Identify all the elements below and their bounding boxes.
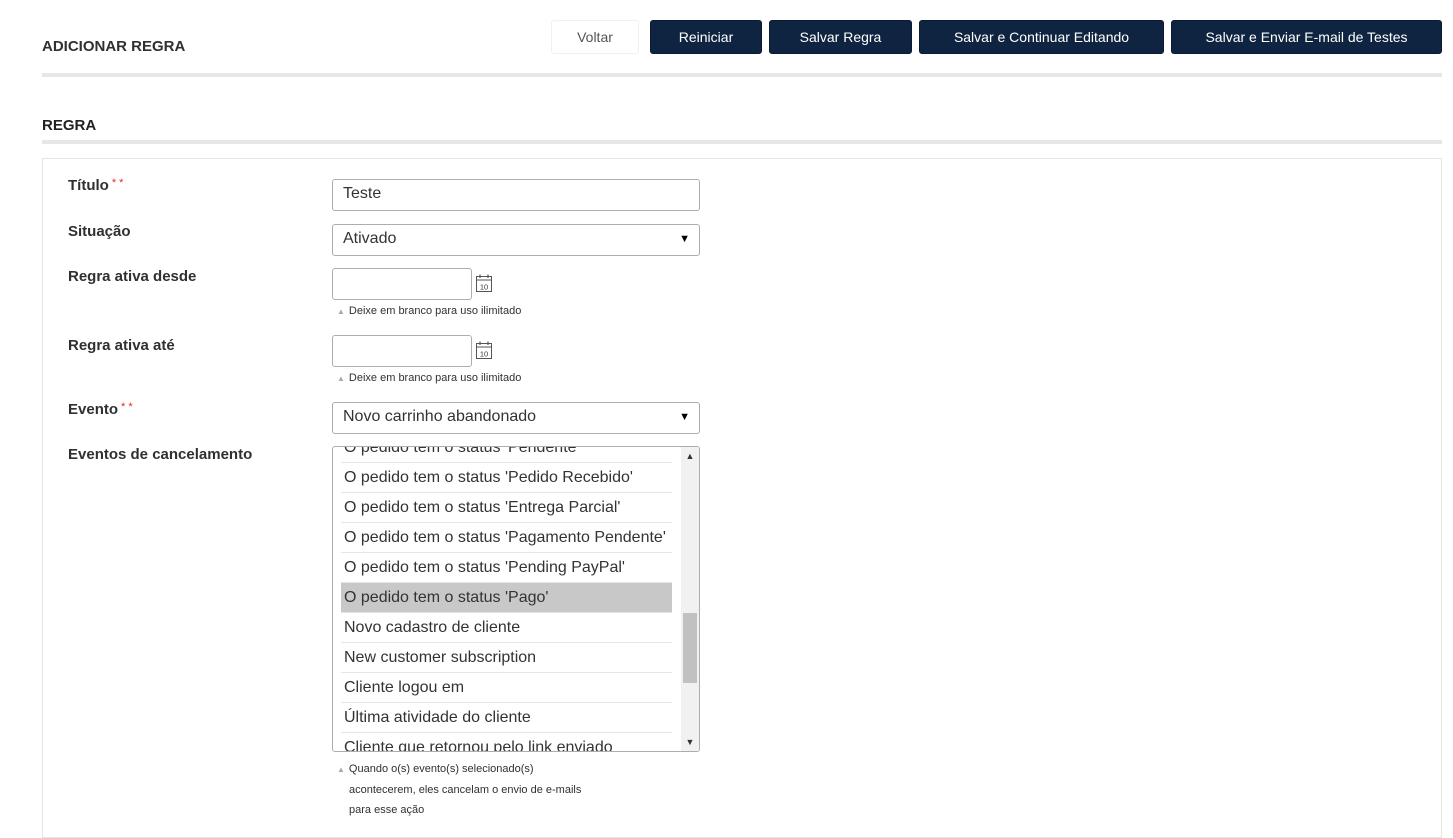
- section-title: REGRA: [42, 117, 97, 134]
- event-select[interactable]: Novo carrinho abandonado ▼: [332, 402, 700, 434]
- reset-button[interactable]: Reiniciar: [650, 20, 762, 54]
- header-divider: [42, 73, 1442, 77]
- active-to-hint-text: Deixe em branco para uso ilimitado: [348, 372, 522, 384]
- calendar-icon[interactable]: 10: [476, 341, 492, 359]
- cancel-event-option[interactable]: Última atividade do cliente: [341, 703, 672, 733]
- active-to-input[interactable]: [332, 335, 472, 367]
- cancel-event-option[interactable]: O pedido tem o status 'Entrega Parcial': [341, 493, 672, 523]
- cancel-event-option[interactable]: O pedido tem o status 'Pagamento Pendent…: [341, 523, 672, 553]
- scroll-down-arrow-icon[interactable]: ▼: [681, 733, 699, 751]
- scrollbar[interactable]: ▲ ▼: [681, 447, 699, 751]
- chevron-down-icon: ▼: [679, 233, 690, 245]
- event-select-value: Novo carrinho abandonado: [343, 408, 537, 425]
- calendar-day-text: 10: [480, 283, 488, 292]
- scroll-up-arrow-icon[interactable]: ▲: [681, 447, 699, 465]
- cancel-events-multiselect[interactable]: O pedido tem o status 'Pendente' O pedido…: [332, 446, 700, 752]
- cancel-event-option[interactable]: O pedido tem o status 'Pending PayPal': [341, 553, 672, 583]
- cancel-hint-line: Quando o(s) evento(s) selecionado(s): [348, 763, 534, 775]
- cancel-event-option[interactable]: Novo cadastro de cliente: [341, 613, 672, 643]
- rule-fieldset: [42, 158, 1442, 838]
- title-label: Título * *: [68, 177, 123, 194]
- scrollbar-thumb[interactable]: [683, 613, 697, 683]
- cancel-events-list: O pedido tem o status 'Pendente' O pedido…: [341, 447, 672, 751]
- calendar-icon[interactable]: 10: [476, 274, 492, 292]
- cancel-events-hint: ▲ Quando o(s) evento(s) selecionado(s) ac…: [337, 759, 667, 820]
- title-input[interactable]: Teste: [332, 179, 700, 211]
- required-marker: * *: [121, 401, 133, 413]
- save-and-continue-button[interactable]: Salvar e Continuar Editando: [919, 20, 1164, 54]
- cancel-event-option[interactable]: O pedido tem o status 'Pedido Recebido': [341, 463, 672, 493]
- cancel-hint-line: para esse ação: [349, 804, 425, 816]
- status-select[interactable]: Ativado ▼: [332, 224, 700, 256]
- cancel-event-option[interactable]: Cliente que retornou pelo link enviado: [341, 733, 672, 751]
- active-from-hint: ▲ Deixe em branco para uso ilimitado: [337, 305, 522, 317]
- page-header: ADICIONAR REGRA Voltar Reiniciar Salvar …: [42, 18, 1442, 77]
- cancel-event-option[interactable]: O pedido tem o status 'Pendente': [341, 447, 672, 463]
- cancel-events-label: Eventos de cancelamento: [68, 446, 253, 463]
- active-to-label: Regra ativa até: [68, 337, 175, 354]
- title-label-text: Título: [68, 177, 109, 194]
- save-rule-button[interactable]: Salvar Regra: [769, 20, 912, 54]
- cancel-event-option[interactable]: Cliente logou em: [341, 673, 672, 703]
- back-button[interactable]: Voltar: [551, 20, 639, 54]
- chevron-down-icon: ▼: [679, 411, 690, 423]
- section-divider: [42, 140, 1442, 144]
- calendar-day-text: 10: [480, 350, 488, 359]
- event-label-text: Evento: [68, 401, 119, 418]
- active-to-hint: ▲ Deixe em branco para uso ilimitado: [337, 372, 522, 384]
- cancel-event-option[interactable]: O pedido tem o status 'Pago': [341, 583, 672, 613]
- status-select-value: Ativado: [343, 230, 397, 247]
- save-and-send-test-email-button[interactable]: Salvar e Enviar E-mail de Testes: [1171, 20, 1442, 54]
- active-from-hint-text: Deixe em branco para uso ilimitado: [348, 305, 522, 317]
- event-label: Evento * *: [68, 401, 133, 418]
- required-marker: * *: [111, 177, 124, 189]
- status-label: Situação: [68, 223, 131, 240]
- title-input-value: Teste: [343, 185, 382, 202]
- active-from-label: Regra ativa desde: [68, 268, 197, 285]
- page-title: ADICIONAR REGRA: [42, 38, 186, 55]
- cancel-hint-line: acontecerem, eles cancelam o envio de e-…: [349, 784, 582, 796]
- cancel-event-option[interactable]: New customer subscription: [341, 643, 672, 673]
- active-from-input[interactable]: [332, 268, 472, 300]
